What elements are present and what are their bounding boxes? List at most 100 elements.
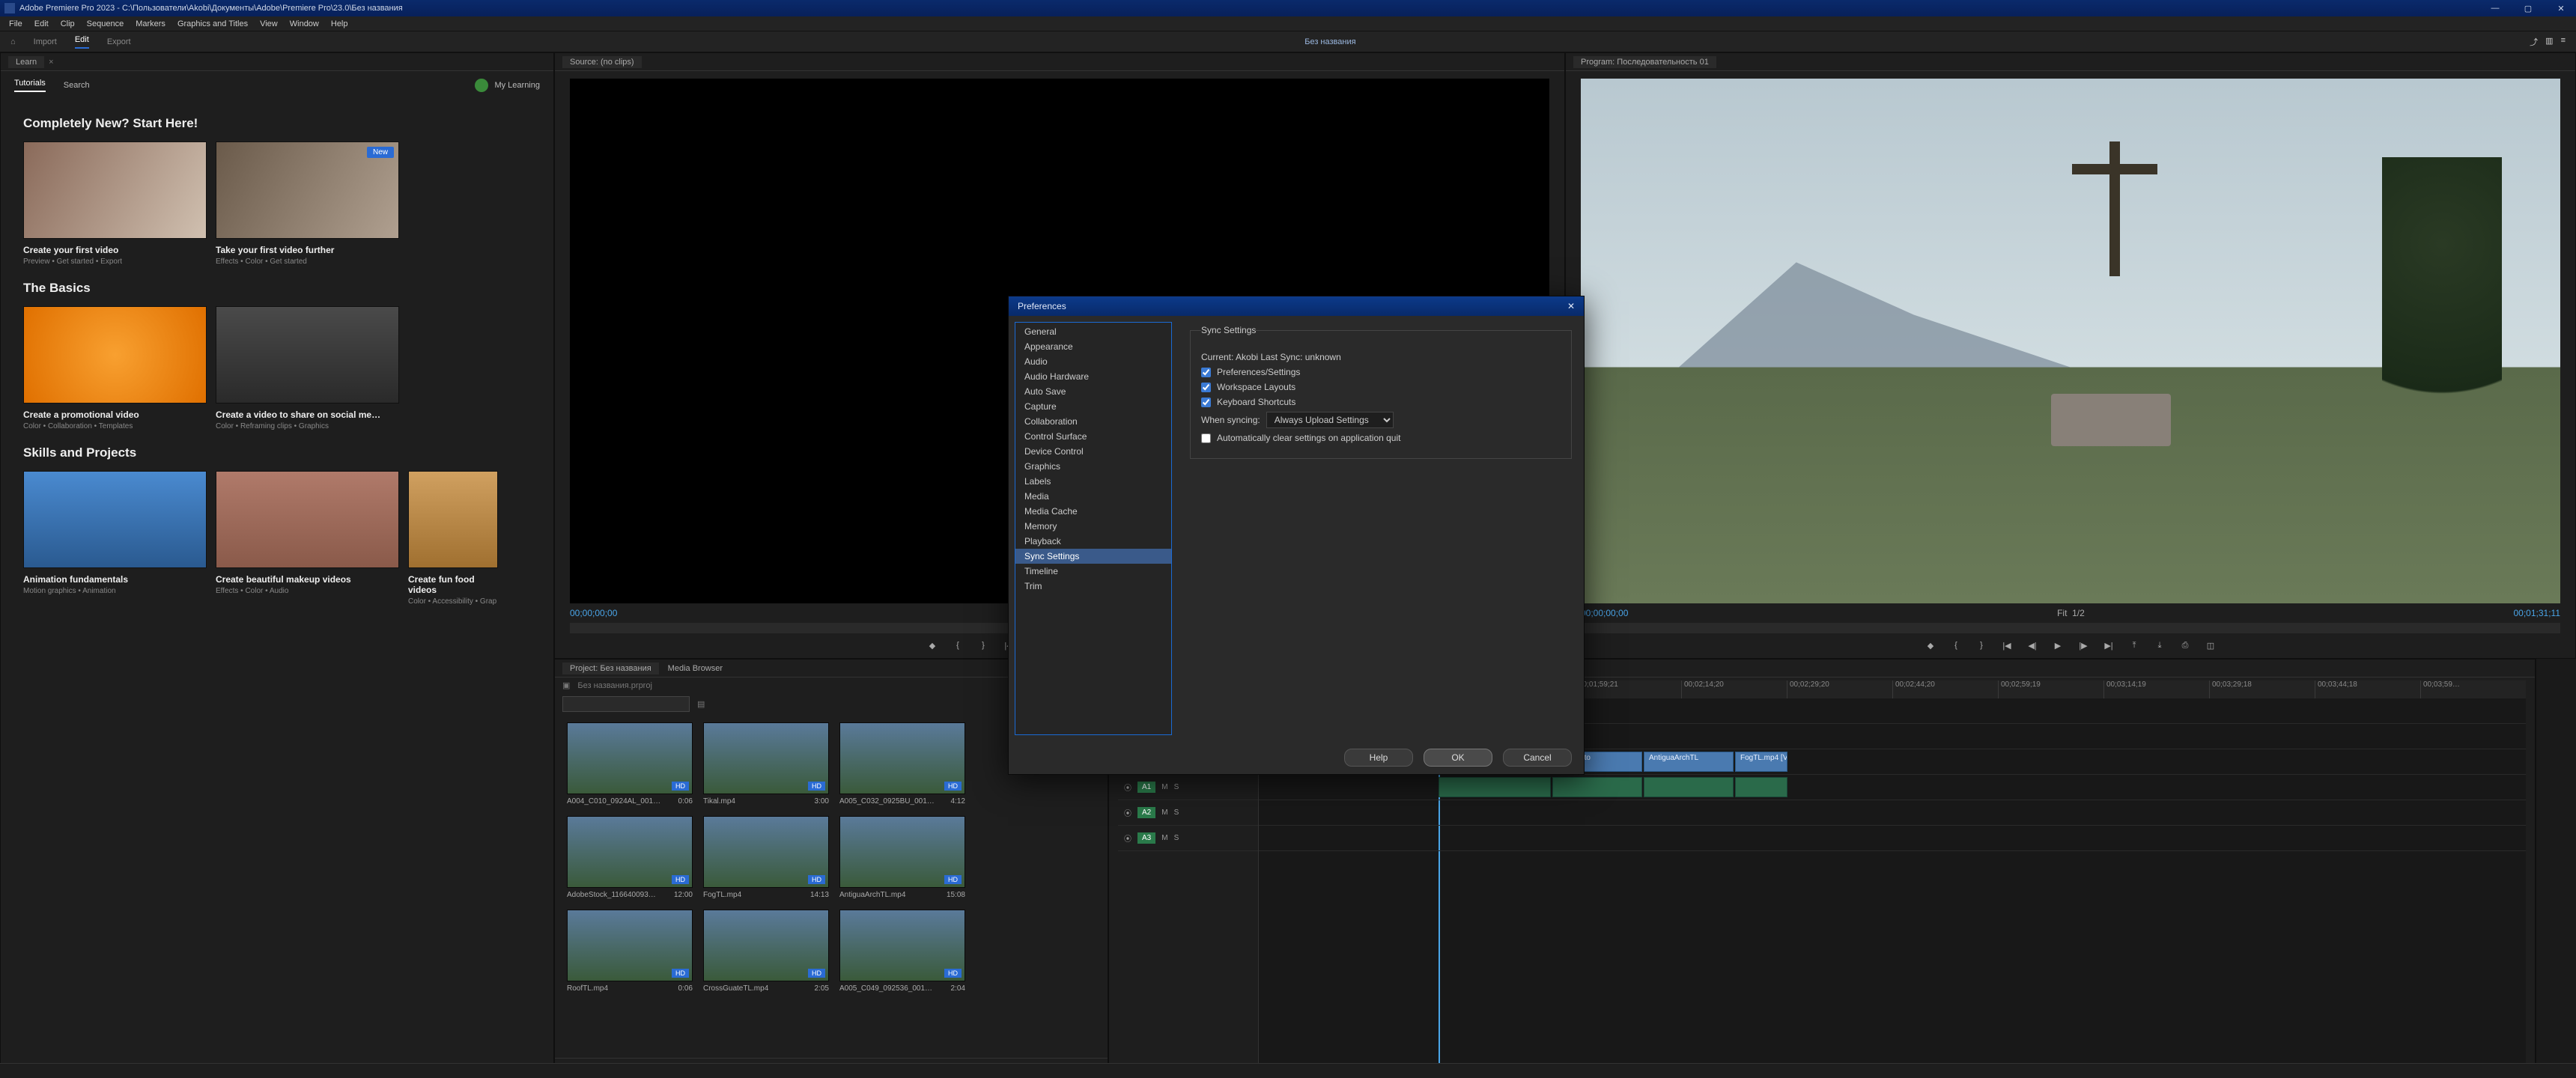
- dialog-close-icon[interactable]: ✕: [1567, 301, 1575, 311]
- timeline-clip-audio[interactable]: [1735, 777, 1787, 797]
- prefs-nav-item[interactable]: Memory: [1015, 519, 1171, 534]
- program-tc-in[interactable]: 00;00;00;00: [1581, 608, 1628, 618]
- ok-button[interactable]: OK: [1424, 749, 1492, 767]
- prefs-nav-item[interactable]: Media Cache: [1015, 504, 1171, 519]
- learn-tab-tutorials[interactable]: Tutorials: [14, 79, 46, 92]
- timeline-clip[interactable]: AntiguaArchTL: [1644, 752, 1734, 772]
- mark-in-icon[interactable]: {: [1950, 641, 1962, 651]
- project-filter-input[interactable]: [562, 696, 690, 712]
- maximize-button[interactable]: ▢: [2518, 4, 2539, 13]
- prefs-nav-item[interactable]: Auto Save: [1015, 384, 1171, 399]
- mark-out-icon[interactable]: }: [977, 641, 989, 651]
- menu-view[interactable]: View: [254, 19, 284, 28]
- prefs-nav-item[interactable]: Audio: [1015, 354, 1171, 369]
- workspace-layout-icon[interactable]: ▥: [2545, 36, 2553, 48]
- prefs-nav-item[interactable]: Graphics: [1015, 459, 1171, 474]
- workspace-import[interactable]: Import: [34, 37, 57, 46]
- chk-keyboard-shortcuts[interactable]: [1201, 398, 1211, 407]
- prefs-nav-item[interactable]: General: [1015, 324, 1171, 339]
- prefs-nav-item[interactable]: Collaboration: [1015, 414, 1171, 429]
- go-out-icon[interactable]: ▶|: [2103, 641, 2115, 651]
- chk-auto-clear[interactable]: [1201, 433, 1211, 443]
- prefs-nav-item[interactable]: Device Control: [1015, 444, 1171, 459]
- when-syncing-select[interactable]: Always Upload Settings: [1266, 412, 1394, 428]
- workspace-edit[interactable]: Edit: [75, 35, 89, 49]
- play-icon[interactable]: ▶: [2052, 641, 2064, 651]
- prefs-nav-item[interactable]: Playback: [1015, 534, 1171, 549]
- prefs-nav-item[interactable]: Media: [1015, 489, 1171, 504]
- project-clip[interactable]: HDFogTL.mp414:13: [703, 816, 829, 899]
- compare-icon[interactable]: ◫: [2205, 641, 2217, 651]
- prefs-nav-item[interactable]: Trim: [1015, 579, 1171, 594]
- audio-track-lane[interactable]: [1259, 800, 2526, 826]
- chk-prefs-settings[interactable]: [1201, 368, 1211, 377]
- minimize-button[interactable]: —: [2485, 4, 2506, 13]
- tutorial-card[interactable]: Create beautiful makeup videos Effects •…: [216, 471, 399, 606]
- project-clip[interactable]: HDCrossGuateTL.mp42:05: [703, 910, 829, 993]
- media-browser-tab[interactable]: Media Browser: [660, 663, 730, 674]
- source-tab[interactable]: Source: (no clips): [562, 56, 642, 68]
- menu-markers[interactable]: Markers: [130, 19, 171, 28]
- workspace-export[interactable]: Export: [107, 37, 131, 46]
- audio-track-header[interactable]: ⦿A1MS: [1118, 775, 1258, 800]
- prefs-nav-item[interactable]: Timeline: [1015, 564, 1171, 579]
- program-view[interactable]: [1581, 79, 2560, 603]
- quick-export-icon[interactable]: ⤴: [2530, 36, 2538, 48]
- prefs-nav-item[interactable]: Control Surface: [1015, 429, 1171, 444]
- tutorial-card[interactable]: New Take your first video further Effect…: [216, 141, 399, 266]
- program-tab[interactable]: Program: Последовательность 01: [1573, 56, 1716, 68]
- project-tab[interactable]: Project: Без названия: [562, 663, 659, 674]
- tutorial-card[interactable]: Animation fundamentals Motion graphics •…: [23, 471, 207, 606]
- help-button[interactable]: Help: [1344, 749, 1413, 767]
- tutorial-card[interactable]: Create fun food videos Color • Accessibi…: [408, 471, 498, 606]
- timeline-clip-audio[interactable]: [1552, 777, 1642, 797]
- menu-file[interactable]: File: [3, 19, 28, 28]
- prefs-nav-item[interactable]: Audio Hardware: [1015, 369, 1171, 384]
- source-tc-in[interactable]: 00;00;00;00: [570, 608, 617, 618]
- overflow-icon[interactable]: ≡: [2561, 36, 2566, 48]
- chk-workspace-layouts[interactable]: [1201, 383, 1211, 392]
- timeline-clip-audio[interactable]: [1439, 777, 1551, 797]
- project-clip[interactable]: HDA004_C010_0924AL_001…0:06: [567, 722, 693, 806]
- prefs-nav-item[interactable]: Capture: [1015, 399, 1171, 414]
- cancel-button[interactable]: Cancel: [1503, 749, 1572, 767]
- tutorial-card[interactable]: Create your first video Preview • Get st…: [23, 141, 207, 266]
- step-fwd-icon[interactable]: |▶: [2077, 641, 2089, 651]
- menu-edit[interactable]: Edit: [28, 19, 55, 28]
- home-button[interactable]: ⌂: [10, 37, 16, 46]
- program-scrubber[interactable]: [1581, 623, 2560, 633]
- menu-clip[interactable]: Clip: [55, 19, 81, 28]
- mark-out-icon[interactable]: }: [1975, 641, 1987, 651]
- audio-track-header[interactable]: ⦿A2MS: [1118, 800, 1258, 826]
- marker-icon[interactable]: ◆: [1925, 641, 1936, 651]
- my-learning-link[interactable]: My Learning: [494, 81, 540, 90]
- close-button[interactable]: ✕: [2551, 4, 2572, 13]
- project-breadcrumb[interactable]: Без названия.prproj: [577, 681, 652, 690]
- project-clip[interactable]: HDRoofTL.mp40:06: [567, 910, 693, 993]
- project-clip[interactable]: HDTikal.mp43:00: [703, 722, 829, 806]
- tutorial-card[interactable]: Create a video to share on social me… Co…: [216, 306, 399, 430]
- export-frame-icon[interactable]: ⎙: [2179, 641, 2191, 651]
- learn-tab-close-icon[interactable]: ×: [49, 58, 53, 67]
- menu-help[interactable]: Help: [325, 19, 354, 28]
- learn-tab-search[interactable]: Search: [64, 81, 90, 90]
- project-clip[interactable]: HDA005_C032_0925BU_001…4:12: [839, 722, 965, 806]
- marker-icon[interactable]: ◆: [926, 641, 938, 651]
- prefs-nav-item[interactable]: Sync Settings: [1015, 549, 1171, 564]
- project-clip[interactable]: HDAntiguaArchTL.mp415:08: [839, 816, 965, 899]
- audio-track-lane[interactable]: [1259, 826, 2526, 851]
- mark-in-icon[interactable]: {: [952, 641, 964, 651]
- program-resolution[interactable]: 1/2: [2072, 608, 2085, 618]
- timeline-clip[interactable]: FogTL.mp4 [V]: [1735, 752, 1787, 772]
- menu-graphics[interactable]: Graphics and Titles: [171, 19, 254, 28]
- project-clip[interactable]: HDAdobeStock_116640093…12:00: [567, 816, 693, 899]
- project-clip[interactable]: HDA005_C049_092536_001…2:04: [839, 910, 965, 993]
- extract-icon[interactable]: ⤓: [2154, 641, 2166, 651]
- learn-tab[interactable]: Learn: [8, 56, 44, 68]
- program-zoom[interactable]: Fit: [2057, 608, 2067, 618]
- step-back-icon[interactable]: ◀|: [2026, 641, 2038, 651]
- lift-icon[interactable]: ⤒: [2128, 641, 2140, 651]
- filter-icon[interactable]: ▤: [697, 699, 705, 709]
- audio-track-header[interactable]: ⦿A3MS: [1118, 826, 1258, 851]
- go-in-icon[interactable]: |◀: [2001, 641, 2013, 651]
